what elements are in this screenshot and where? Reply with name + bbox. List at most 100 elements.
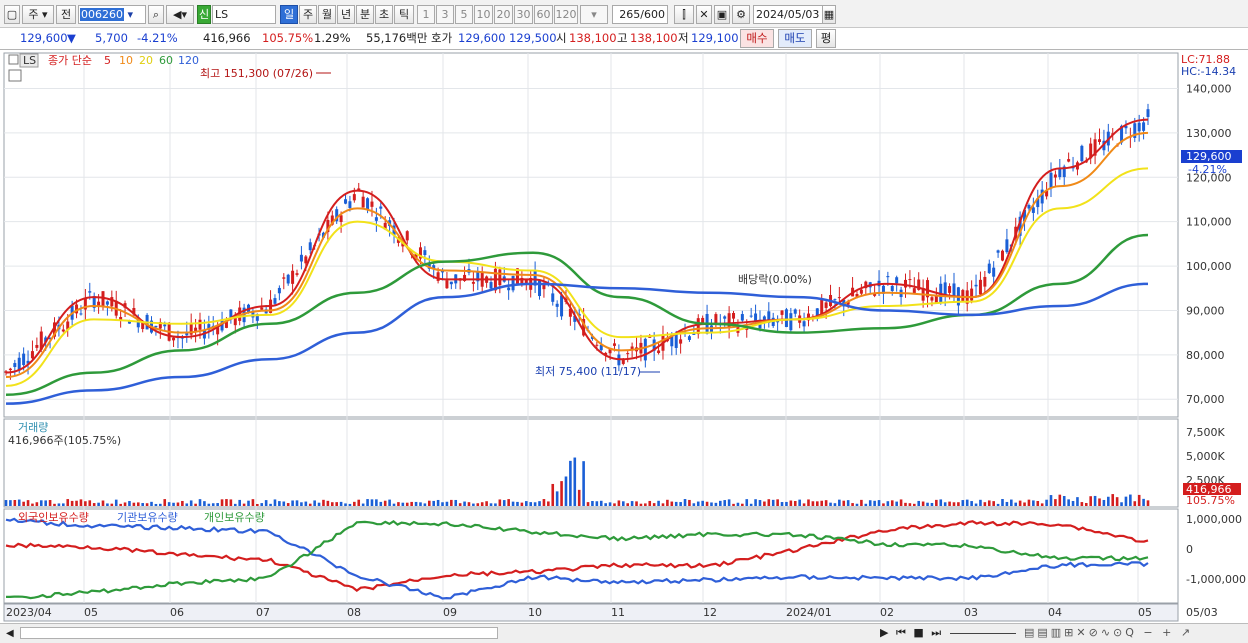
candle-body [948, 286, 952, 293]
interval-20[interactable]: 20 [494, 5, 513, 24]
candle-body [22, 353, 26, 366]
crosshair-icon[interactable]: ✕ [696, 5, 712, 24]
volume-bar [930, 502, 934, 506]
volume-bar [295, 500, 299, 506]
volume-bar [1014, 502, 1018, 506]
candle-body [749, 315, 753, 317]
calendar-icon[interactable]: ▦ [822, 5, 836, 24]
tab-day[interactable]: 일 [280, 5, 298, 24]
volume-bar [159, 503, 162, 506]
candle-body [366, 198, 370, 210]
stock-name-field[interactable]: LS [212, 5, 276, 24]
tab-year[interactable]: 년 [337, 5, 355, 24]
tab-month[interactable]: 월 [318, 5, 336, 24]
volume-bar [1001, 499, 1004, 506]
volume-bar [445, 501, 449, 506]
legend-institution: 기관보유수량 [117, 511, 178, 524]
tab-tick[interactable]: 틱 [394, 5, 414, 24]
candle-body [79, 313, 83, 315]
buy-button[interactable]: 매수 [740, 29, 774, 48]
hold-tick-zero: 0 [1186, 543, 1193, 556]
volume-bar [66, 499, 70, 506]
tab-minute[interactable]: 분 [356, 5, 374, 24]
scroll-left-icon[interactable]: ◀ [6, 628, 14, 639]
volume-bar [802, 503, 806, 506]
volume-bar [1146, 500, 1150, 506]
volume-bar [617, 500, 621, 506]
candle-body [789, 313, 793, 331]
candle-body [626, 353, 630, 355]
volume-bar [860, 499, 863, 506]
speaker-icon[interactable]: ◀▾ [166, 5, 194, 24]
volume-bar [88, 500, 92, 506]
volume-bar [996, 503, 1000, 506]
eval-button[interactable]: 평 [816, 29, 836, 48]
volume-bar [507, 499, 510, 506]
volume-bar [22, 501, 25, 506]
candle-body [657, 350, 661, 354]
volume-bar [300, 502, 303, 506]
tab-week[interactable]: 주 [299, 5, 317, 24]
table-icon[interactable] [8, 69, 22, 82]
stock-chart[interactable]: LS 종가 단순 5 10 20 60 120 최고 151,300 (07/2… [0, 50, 1248, 623]
candle-body [489, 282, 493, 289]
volume-bar [979, 499, 982, 506]
volume-bar [1120, 502, 1123, 506]
save-icon[interactable]: ▣ [714, 5, 730, 24]
volume-bar [763, 501, 766, 506]
volume-bar [621, 501, 625, 506]
volume-bar [348, 503, 352, 506]
volume-bar [1093, 495, 1097, 506]
volume-bar [35, 502, 39, 506]
volume-bar [1080, 502, 1084, 506]
candle-body [643, 338, 647, 361]
volume-bar [1076, 497, 1079, 506]
sell-button[interactable]: 매도 [778, 29, 812, 48]
period-dropdown[interactable]: 주 ▾ [22, 5, 54, 24]
prev-button[interactable]: 전 [56, 5, 76, 24]
interval-dropdown[interactable]: ▾ [580, 5, 608, 24]
interval-60[interactable]: 60 [534, 5, 553, 24]
candle-body [824, 302, 828, 308]
volume-bar [53, 503, 56, 506]
interval-1[interactable]: 1 [417, 5, 435, 24]
interval-120[interactable]: 120 [554, 5, 578, 24]
volume-bar [114, 499, 118, 506]
interval-3[interactable]: 3 [436, 5, 454, 24]
volume-bar [807, 499, 810, 506]
search-icon[interactable]: ⌕ [148, 5, 164, 24]
volume-bar [688, 499, 691, 506]
candle-icon[interactable]: ⫿ [674, 5, 694, 24]
interval-30[interactable]: 30 [514, 5, 533, 24]
volume-bar [679, 502, 682, 506]
zoom-slider[interactable] [950, 633, 1016, 634]
interval-5[interactable]: 5 [455, 5, 473, 24]
collapse-icon[interactable] [8, 54, 19, 65]
date-field[interactable]: 2024/05/03 [753, 5, 823, 24]
volume-bar [599, 500, 603, 506]
tool-icons[interactable]: ▤▤▥⊞✕⊘∿⊙Q − + ↗ [1024, 626, 1193, 639]
volume-bar [829, 502, 832, 506]
interval-10[interactable]: 10 [474, 5, 493, 24]
volume-panel-frame [3, 418, 1179, 508]
playback-controls[interactable]: ▶ ⏮ ■ ⏭ [880, 626, 943, 640]
volume-bar [1124, 496, 1128, 506]
stock-code-input[interactable]: 006260 ▾ [78, 5, 146, 24]
volume-bar [366, 499, 369, 506]
volume-bar [793, 500, 797, 506]
tab-second[interactable]: 초 [375, 5, 393, 24]
volume-bar [935, 499, 938, 506]
window-icon[interactable]: ▢ [4, 5, 20, 24]
chart-area[interactable]: LS 종가 단순 5 10 20 60 120 최고 151,300 (07/2… [0, 50, 1248, 623]
high-note: 최고 151,300 (07/26) [200, 67, 313, 80]
scroll-thumb[interactable] [20, 627, 498, 639]
count-field[interactable]: 265/600 [612, 5, 668, 24]
volume-bar [198, 499, 202, 506]
x-tick-label: 2024/01 [786, 606, 832, 619]
volume-bar [273, 499, 277, 506]
candle-body [1053, 174, 1057, 178]
vol-tick-7500: 7,500K [1186, 426, 1225, 439]
gear-icon[interactable]: ⚙ [732, 5, 750, 24]
candle-body [820, 298, 824, 315]
volume-bar [754, 499, 757, 506]
